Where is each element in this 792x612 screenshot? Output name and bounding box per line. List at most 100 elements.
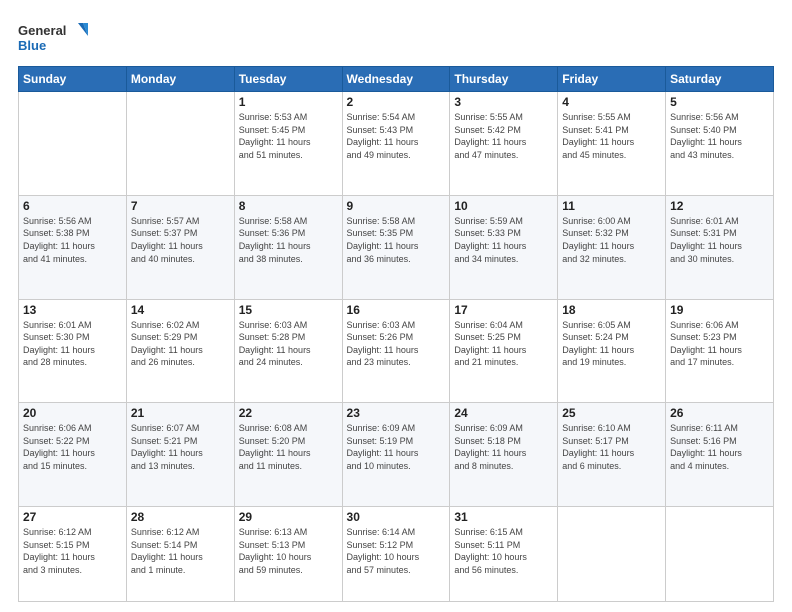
svg-text:General: General	[18, 23, 66, 38]
day-info: Sunrise: 6:08 AMSunset: 5:20 PMDaylight:…	[239, 422, 338, 472]
day-info: Sunrise: 5:58 AMSunset: 5:35 PMDaylight:…	[347, 215, 446, 265]
day-info: Sunrise: 5:56 AMSunset: 5:38 PMDaylight:…	[23, 215, 122, 265]
calendar-cell: 1Sunrise: 5:53 AMSunset: 5:45 PMDaylight…	[234, 92, 342, 196]
day-number: 8	[239, 199, 338, 213]
calendar-cell: 4Sunrise: 5:55 AMSunset: 5:41 PMDaylight…	[558, 92, 666, 196]
calendar-cell: 16Sunrise: 6:03 AMSunset: 5:26 PMDayligh…	[342, 299, 450, 403]
day-number: 18	[562, 303, 661, 317]
day-info: Sunrise: 6:09 AMSunset: 5:18 PMDaylight:…	[454, 422, 553, 472]
weekday-friday: Friday	[558, 67, 666, 92]
calendar-cell: 10 Sunrise: 5:59 AMSunset: 5:33 PMDayligh…	[450, 195, 558, 299]
day-number: 2	[347, 95, 446, 109]
day-info: Sunrise: 5:58 AMSunset: 5:36 PMDaylight:…	[239, 215, 338, 265]
calendar-cell	[558, 507, 666, 602]
calendar-cell	[666, 507, 774, 602]
calendar-week-row: 13 Sunrise: 6:01 AMSunset: 5:30 PMDayligh…	[19, 299, 774, 403]
day-number: 6	[23, 199, 122, 213]
day-info: Sunrise: 6:01 AMSunset: 5:31 PMDaylight:…	[670, 215, 769, 265]
calendar-cell	[19, 92, 127, 196]
day-info: Sunrise: 6:04 AMSunset: 5:25 PMDaylight:…	[454, 319, 553, 369]
day-info: Sunrise: 6:12 AMSunset: 5:15 PMDaylight:…	[23, 526, 122, 576]
day-info: Sunrise: 6:03 AMSunset: 5:28 PMDaylight:…	[239, 319, 338, 369]
day-number: 1	[239, 95, 338, 109]
day-info: Sunrise: 6:01 AMSunset: 5:30 PMDaylight:…	[23, 319, 122, 369]
calendar-cell: 13 Sunrise: 6:01 AMSunset: 5:30 PMDayligh…	[19, 299, 127, 403]
day-number: 10	[454, 199, 553, 213]
calendar-cell: 26 Sunrise: 6:11 AMSunset: 5:16 PMDayligh…	[666, 403, 774, 507]
weekday-monday: Monday	[126, 67, 234, 92]
calendar-cell: 19 Sunrise: 6:06 AMSunset: 5:23 PMDayligh…	[666, 299, 774, 403]
day-info: Sunrise: 6:13 AMSunset: 5:13 PMDaylight:…	[239, 526, 338, 576]
day-info: Sunrise: 6:09 AMSunset: 5:19 PMDaylight:…	[347, 422, 446, 472]
day-number: 16	[347, 303, 446, 317]
calendar-cell: 12 Sunrise: 6:01 AMSunset: 5:31 PMDayligh…	[666, 195, 774, 299]
day-number: 26	[670, 406, 769, 420]
day-number: 21	[131, 406, 230, 420]
day-info: Sunrise: 6:07 AMSunset: 5:21 PMDaylight:…	[131, 422, 230, 472]
day-info: Sunrise: 6:06 AMSunset: 5:23 PMDaylight:…	[670, 319, 769, 369]
weekday-header-row: SundayMondayTuesdayWednesdayThursdayFrid…	[19, 67, 774, 92]
day-number: 19	[670, 303, 769, 317]
svg-text:Blue: Blue	[18, 38, 46, 53]
day-info: Sunrise: 6:14 AMSunset: 5:12 PMDaylight:…	[347, 526, 446, 576]
day-number: 5	[670, 95, 769, 109]
calendar-week-row: 6 Sunrise: 5:56 AMSunset: 5:38 PMDaylight…	[19, 195, 774, 299]
calendar-cell: 25 Sunrise: 6:10 AMSunset: 5:17 PMDayligh…	[558, 403, 666, 507]
day-number: 29	[239, 510, 338, 524]
day-info: Sunrise: 5:59 AMSunset: 5:33 PMDaylight:…	[454, 215, 553, 265]
calendar-week-row: 20Sunrise: 6:06 AMSunset: 5:22 PMDayligh…	[19, 403, 774, 507]
weekday-wednesday: Wednesday	[342, 67, 450, 92]
calendar-cell	[126, 92, 234, 196]
calendar-cell: 5 Sunrise: 5:56 AMSunset: 5:40 PMDaylight…	[666, 92, 774, 196]
calendar-cell: 15 Sunrise: 6:03 AMSunset: 5:28 PMDayligh…	[234, 299, 342, 403]
calendar-week-row: 27 Sunrise: 6:12 AMSunset: 5:15 PMDayligh…	[19, 507, 774, 602]
day-number: 9	[347, 199, 446, 213]
weekday-tuesday: Tuesday	[234, 67, 342, 92]
calendar-cell: 2 Sunrise: 5:54 AMSunset: 5:43 PMDaylight…	[342, 92, 450, 196]
calendar-table: SundayMondayTuesdayWednesdayThursdayFrid…	[18, 66, 774, 602]
day-number: 23	[347, 406, 446, 420]
day-number: 25	[562, 406, 661, 420]
day-info: Sunrise: 6:15 AMSunset: 5:11 PMDaylight:…	[454, 526, 553, 576]
day-info: Sunrise: 6:00 AMSunset: 5:32 PMDaylight:…	[562, 215, 661, 265]
day-number: 31	[454, 510, 553, 524]
calendar-cell: 14 Sunrise: 6:02 AMSunset: 5:29 PMDayligh…	[126, 299, 234, 403]
day-number: 14	[131, 303, 230, 317]
calendar-cell: 8 Sunrise: 5:58 AMSunset: 5:36 PMDaylight…	[234, 195, 342, 299]
calendar-cell: 28 Sunrise: 6:12 AMSunset: 5:14 PMDayligh…	[126, 507, 234, 602]
day-info: Sunrise: 6:10 AMSunset: 5:17 PMDaylight:…	[562, 422, 661, 472]
logo-svg: General Blue	[18, 18, 88, 58]
day-number: 12	[670, 199, 769, 213]
calendar-cell: 31 Sunrise: 6:15 AMSunset: 5:11 PMDayligh…	[450, 507, 558, 602]
day-number: 3	[454, 95, 553, 109]
calendar-cell: 17Sunrise: 6:04 AMSunset: 5:25 PMDayligh…	[450, 299, 558, 403]
day-number: 24	[454, 406, 553, 420]
calendar-cell: 18Sunrise: 6:05 AMSunset: 5:24 PMDayligh…	[558, 299, 666, 403]
day-number: 15	[239, 303, 338, 317]
calendar-cell: 6 Sunrise: 5:56 AMSunset: 5:38 PMDaylight…	[19, 195, 127, 299]
day-number: 27	[23, 510, 122, 524]
calendar-cell: 11Sunrise: 6:00 AMSunset: 5:32 PMDayligh…	[558, 195, 666, 299]
day-info: Sunrise: 6:11 AMSunset: 5:16 PMDaylight:…	[670, 422, 769, 472]
calendar-cell: 21 Sunrise: 6:07 AMSunset: 5:21 PMDayligh…	[126, 403, 234, 507]
calendar-cell: 30 Sunrise: 6:14 AMSunset: 5:12 PMDayligh…	[342, 507, 450, 602]
calendar-cell: 29 Sunrise: 6:13 AMSunset: 5:13 PMDayligh…	[234, 507, 342, 602]
header: General Blue	[18, 18, 774, 58]
weekday-sunday: Sunday	[19, 67, 127, 92]
day-number: 7	[131, 199, 230, 213]
day-number: 30	[347, 510, 446, 524]
day-info: Sunrise: 6:02 AMSunset: 5:29 PMDaylight:…	[131, 319, 230, 369]
day-info: Sunrise: 5:54 AMSunset: 5:43 PMDaylight:…	[347, 111, 446, 161]
calendar-cell: 9 Sunrise: 5:58 AMSunset: 5:35 PMDaylight…	[342, 195, 450, 299]
day-number: 13	[23, 303, 122, 317]
weekday-thursday: Thursday	[450, 67, 558, 92]
calendar-cell: 22Sunrise: 6:08 AMSunset: 5:20 PMDayligh…	[234, 403, 342, 507]
day-info: Sunrise: 5:56 AMSunset: 5:40 PMDaylight:…	[670, 111, 769, 161]
weekday-saturday: Saturday	[666, 67, 774, 92]
calendar-cell: 27 Sunrise: 6:12 AMSunset: 5:15 PMDayligh…	[19, 507, 127, 602]
day-info: Sunrise: 6:12 AMSunset: 5:14 PMDaylight:…	[131, 526, 230, 576]
calendar-cell: 20Sunrise: 6:06 AMSunset: 5:22 PMDayligh…	[19, 403, 127, 507]
day-number: 20	[23, 406, 122, 420]
day-number: 28	[131, 510, 230, 524]
calendar-cell: 3Sunrise: 5:55 AMSunset: 5:42 PMDaylight…	[450, 92, 558, 196]
